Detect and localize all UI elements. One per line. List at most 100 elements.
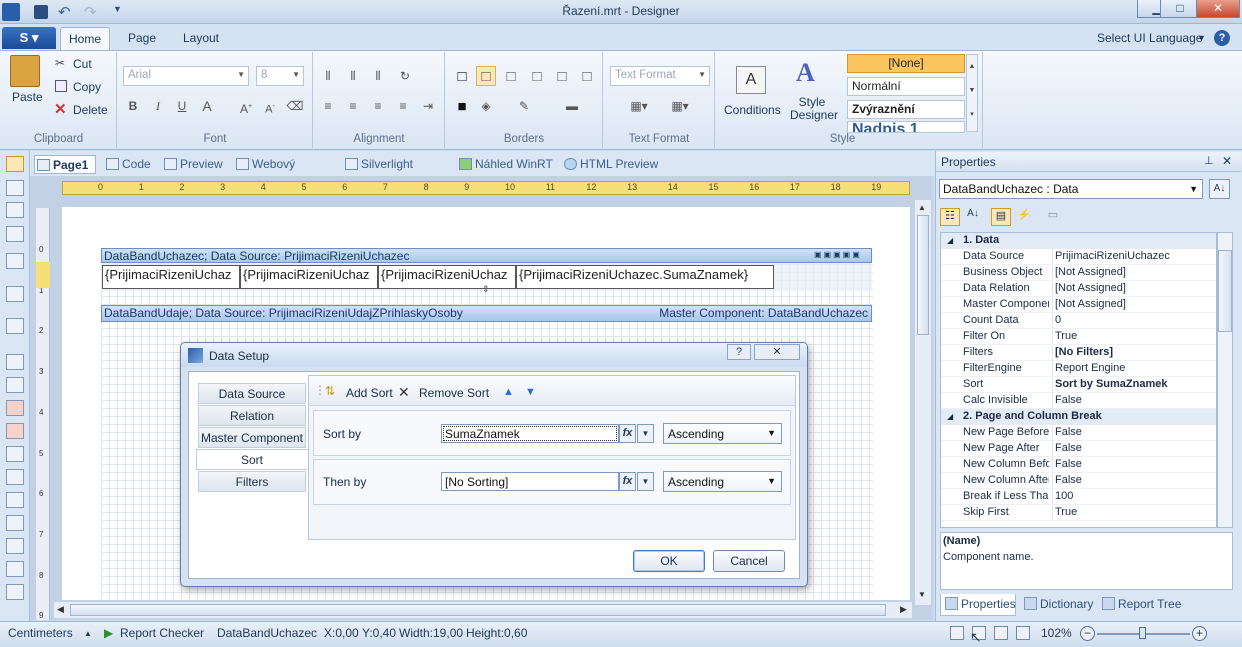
table-component-icon[interactable]: [6, 515, 24, 531]
border-top-icon[interactable]: □: [501, 66, 521, 86]
copy-button[interactable]: Copy: [73, 80, 101, 94]
view-one-page-icon[interactable]: [994, 626, 1008, 640]
properties-scroll-thumb[interactable]: [1218, 250, 1232, 332]
chart-component-icon[interactable]: [6, 538, 24, 554]
property-value[interactable]: 100: [1052, 489, 1073, 504]
expression-editor-icon[interactable]: fx: [619, 424, 636, 443]
crossband-tool-icon[interactable]: [6, 286, 24, 302]
remove-sort-button[interactable]: Remove Sort: [419, 386, 489, 400]
property-row[interactable]: Break if Less Than 100: [941, 489, 1216, 505]
align-right-icon[interactable]: ≡: [368, 96, 388, 116]
tab-winrt-preview[interactable]: Náhled WinRT: [457, 155, 553, 174]
tab-silverlight-preview[interactable]: Silverlight náhled: [343, 155, 451, 189]
property-value[interactable]: [No Filters]: [1052, 345, 1113, 360]
style-item-heading1[interactable]: Nadpis 1: [847, 121, 965, 133]
property-value[interactable]: [Not Assigned]: [1052, 265, 1126, 280]
nav-relation[interactable]: Relation: [198, 405, 306, 426]
then-by-order-select[interactable]: Ascending ▼: [663, 471, 782, 492]
zoom-slider-thumb[interactable]: [1138, 627, 1146, 639]
property-value[interactable]: False: [1052, 393, 1082, 408]
property-value[interactable]: [Not Assigned]: [1052, 297, 1126, 312]
align-bottom-icon[interactable]: ⫴: [368, 66, 388, 86]
vertical-scroll-thumb[interactable]: [917, 215, 929, 335]
style-designer-button[interactable]: Style Designer: [790, 96, 838, 122]
shadow-icon[interactable]: ■: [452, 96, 472, 116]
scroll-right-icon[interactable]: ▶: [900, 604, 907, 615]
property-row[interactable]: New Page Before False: [941, 425, 1216, 441]
font-size-select[interactable]: 8 ▼: [256, 66, 304, 86]
bold-button[interactable]: B: [123, 96, 143, 116]
language-dropdown-icon[interactable]: ▼: [1197, 33, 1206, 43]
pin-icon[interactable]: ⊥: [1204, 154, 1214, 167]
select-tool-icon[interactable]: [6, 156, 24, 172]
panel-component-icon[interactable]: [6, 469, 24, 485]
word-wrap-icon[interactable]: ⇥: [418, 96, 438, 116]
report-cell[interactable]: {PrijimaciRizeniUchaz: [102, 265, 240, 289]
categorized-icon[interactable]: ☷: [940, 208, 960, 226]
style-item-none[interactable]: [None]: [847, 54, 965, 73]
barcode-component-icon[interactable]: [6, 423, 24, 439]
property-value[interactable]: 0: [1052, 313, 1061, 328]
nav-sort[interactable]: Sort: [196, 449, 308, 470]
property-row[interactable]: Data Relation [Not Assigned]: [941, 281, 1216, 297]
shape-component-icon[interactable]: [6, 446, 24, 462]
format-percent-icon[interactable]: ▦▾: [663, 96, 697, 116]
units-dropdown-icon[interactable]: ▲: [84, 629, 92, 638]
format-currency-icon[interactable]: ▦▾: [622, 96, 656, 116]
border-none-icon[interactable]: □: [476, 66, 496, 86]
property-value[interactable]: False: [1052, 457, 1082, 472]
property-row[interactable]: Filters [No Filters]: [941, 345, 1216, 361]
sort-by-order-select[interactable]: Ascending ▼: [663, 423, 782, 444]
tab-code[interactable]: Code: [104, 155, 156, 174]
dialog-close-button[interactable]: ✕: [754, 344, 800, 360]
italic-button[interactable]: I: [148, 96, 168, 116]
dialog-help-button[interactable]: ?: [727, 344, 751, 360]
zoom-in-icon[interactable]: +: [1192, 626, 1207, 641]
property-value[interactable]: True: [1052, 505, 1077, 520]
style-item-emphasis[interactable]: Zvýraznění: [847, 100, 965, 119]
select-language-button[interactable]: Select UI Language: [1097, 31, 1202, 45]
fill-color-icon[interactable]: ◈: [476, 96, 496, 116]
databand-udaje-header[interactable]: DataBandUdaje; Data Source: PrijimaciRiz…: [101, 305, 872, 322]
cancel-button[interactable]: Cancel: [713, 550, 785, 572]
property-value[interactable]: False: [1052, 473, 1082, 488]
property-value[interactable]: Report Engine: [1052, 361, 1125, 376]
border-right-icon[interactable]: □: [577, 66, 597, 86]
border-left-icon[interactable]: □: [527, 66, 547, 86]
maximize-button[interactable]: □: [1160, 0, 1200, 18]
grow-font-button[interactable]: A+: [236, 96, 256, 116]
rich-text-icon[interactable]: [6, 377, 24, 393]
zoom-out-icon[interactable]: −: [1080, 626, 1095, 641]
border-style-icon[interactable]: ▬: [552, 96, 592, 116]
expression-editor-icon[interactable]: fx: [619, 472, 636, 491]
border-bottom-icon[interactable]: □: [552, 66, 572, 86]
delete-button[interactable]: Delete: [73, 103, 108, 117]
sort-alpha-icon[interactable]: A↓: [1209, 179, 1230, 199]
conditions-button[interactable]: Conditions: [724, 103, 781, 117]
property-value[interactable]: False: [1052, 441, 1082, 456]
tab-preview[interactable]: Preview: [162, 155, 228, 174]
nav-filters[interactable]: Filters: [198, 471, 306, 492]
property-row[interactable]: New Column BeforeFalse: [941, 457, 1216, 473]
events-view-icon[interactable]: ⚡: [1014, 208, 1034, 226]
font-color-button[interactable]: A: [197, 96, 217, 116]
horizontal-scroll-thumb[interactable]: [70, 604, 886, 616]
format-painter-icon[interactable]: [6, 226, 24, 242]
report-cell[interactable]: {PrijimaciRizeniUchazec.SumaZnamek}: [516, 265, 774, 289]
paste-button[interactable]: Paste: [12, 90, 43, 104]
scroll-down-icon[interactable]: ▼: [918, 590, 926, 599]
property-row[interactable]: New Column After False: [941, 473, 1216, 489]
alphabetical-icon[interactable]: A↓: [963, 208, 983, 226]
text-format-select[interactable]: Text Format ▼: [610, 66, 710, 86]
units-selector[interactable]: Centimeters: [8, 626, 73, 640]
border-color-icon[interactable]: ✎: [514, 96, 534, 116]
tab-page[interactable]: Page: [122, 27, 162, 50]
field-dropdown-icon[interactable]: ▼: [637, 472, 654, 491]
tab-home[interactable]: Home: [60, 27, 110, 50]
panel-close-icon[interactable]: ✕: [1222, 154, 1232, 168]
property-value[interactable]: PrijimaciRizeniUchazec: [1052, 249, 1170, 264]
view-multiple-pages-icon[interactable]: [1016, 626, 1030, 640]
property-pages-icon[interactable]: ▭: [1043, 208, 1063, 226]
property-row[interactable]: Filter On True: [941, 329, 1216, 345]
close-button[interactable]: ✕: [1196, 0, 1240, 18]
